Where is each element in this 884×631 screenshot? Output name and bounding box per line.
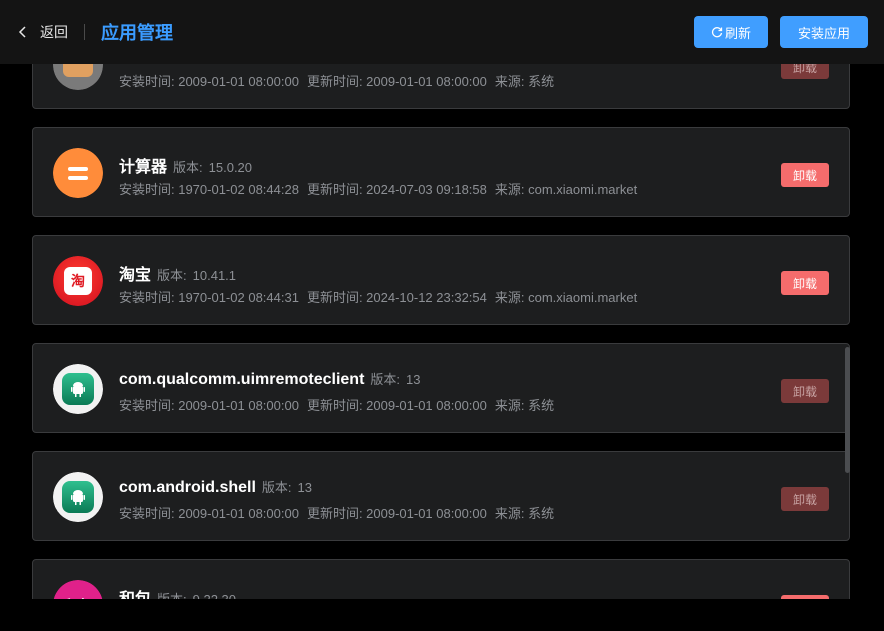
install-time: 安装时间: 1970-01-02 08:44:28 <box>119 182 299 197</box>
refresh-label: 刷新 <box>724 25 751 41</box>
install-time: 安装时间: 2009-01-01 08:00:00 <box>119 74 299 89</box>
app-meta: 安装时间: 1970-01-02 08:44:31 更新时间: 2024-10-1… <box>119 287 645 306</box>
page-title: 应用管理 <box>101 23 173 43</box>
app-list[interactable]: 安装时间: 2009-01-01 08:00:00 更新时间: 2009-01-0… <box>0 64 884 599</box>
version-value: 9.22.30 <box>193 592 236 599</box>
refresh-icon <box>711 27 723 38</box>
source: 来源: com.xiaomi.market <box>494 290 638 305</box>
app-meta: 安装时间: 2009-01-01 08:00:00 更新时间: 2009-01-0… <box>119 395 562 414</box>
update-time: 更新时间: 2024-07-03 09:18:58 <box>306 182 487 197</box>
install-time: 安装时间: 2009-01-01 08:00:00 <box>119 398 299 413</box>
version-label: 版本: <box>173 160 203 175</box>
back-button[interactable]: 返回 <box>16 22 68 42</box>
uninstall-button[interactable]: 卸载 <box>781 64 829 79</box>
install-time: 安装时间: 2009-01-01 08:00:00 <box>119 506 299 521</box>
version-label: 版本: <box>261 480 292 495</box>
app-name: 淘宝 <box>119 267 152 284</box>
source: 来源: 系统 <box>494 506 555 521</box>
calculator-icon <box>53 148 103 198</box>
version-label: 版本: <box>370 372 401 387</box>
app-title-row: com.android.shell 版本: 13 <box>119 477 312 497</box>
header-divider <box>84 24 85 40</box>
source: 来源: 系统 <box>494 398 555 413</box>
cat-app-icon <box>53 64 103 90</box>
install-time: 安装时间: 1970-01-02 08:44:31 <box>119 290 299 305</box>
update-time: 更新时间: 2009-01-01 08:00:00 <box>306 506 487 521</box>
bottom-bar <box>0 599 884 631</box>
app-meta: 安装时间: 2009-01-01 08:00:00 更新时间: 2009-01-0… <box>119 71 562 90</box>
version-label: 版本: <box>157 268 187 283</box>
version-value: 10.41.1 <box>192 268 237 283</box>
app-name: 和包 <box>119 585 151 599</box>
version-value: 13 <box>297 480 313 495</box>
app-title-row: 和包版本: 9.22.30 <box>119 585 236 599</box>
taobao-icon: 淘 <box>53 256 103 306</box>
app-card: 安装时间: 2009-01-01 08:00:00 更新时间: 2009-01-0… <box>32 64 850 109</box>
uninstall-button[interactable]: 卸载 <box>781 379 829 403</box>
source: 来源: 系统 <box>494 74 555 89</box>
chevron-left-icon <box>18 26 26 38</box>
install-app-button[interactable]: 安装应用 <box>780 16 868 48</box>
uninstall-button[interactable]: 卸载 <box>781 271 829 295</box>
app-card: com.qualcomm.uimremoteclient 版本: 13 安装时间: 2… <box>32 343 850 433</box>
scrollbar-thumb[interactable] <box>845 347 850 473</box>
uninstall-button[interactable]: 卸载 <box>781 163 829 187</box>
refresh-button[interactable]: 刷新 <box>694 16 768 48</box>
android-icon <box>53 472 103 522</box>
header-bar: 返回 应用管理 刷新 安装应用 <box>0 0 884 64</box>
app-card: 和包和包版本:9.22.30卸载 <box>32 559 850 599</box>
source: 来源: com.xiaomi.market <box>494 182 638 197</box>
app-meta: 安装时间: 2009-01-01 08:00:00 更新时间: 2009-01-0… <box>119 503 562 522</box>
app-name: com.qualcomm.uimremoteclient <box>119 371 365 388</box>
uninstall-button[interactable]: 卸载 <box>781 487 829 511</box>
app-title-row: 淘宝 版本: 10.41.1 <box>119 261 236 285</box>
back-label: 返回 <box>40 24 68 40</box>
app-title-row: com.qualcomm.uimremoteclient 版本: 13 <box>119 369 420 389</box>
version-value: 15.0.20 <box>208 160 253 175</box>
app-meta: 安装时间: 1970-01-02 08:44:28 更新时间: 2024-07-0… <box>119 179 645 198</box>
update-time: 更新时间: 2024-10-12 23:32:54 <box>306 290 487 305</box>
app-title-row: 计算器 版本: 15.0.20 <box>119 153 252 177</box>
hebao-icon: 和包 <box>53 580 103 599</box>
app-card: 淘淘宝 版本: 10.41.1 安装时间: 1970-01-02 08:44:31 更新… <box>32 235 850 325</box>
update-time: 更新时间: 2009-01-01 08:00:00 <box>306 398 487 413</box>
app-card: com.android.shell 版本: 13 安装时间: 2009-01-01 0… <box>32 451 850 541</box>
version-value: 13 <box>406 372 421 387</box>
update-time: 更新时间: 2009-01-01 08:00:00 <box>306 74 487 89</box>
app-name: com.android.shell <box>119 479 256 496</box>
version-label: 版本: <box>157 589 187 599</box>
android-icon <box>53 364 103 414</box>
app-name: 计算器 <box>119 159 168 176</box>
app-card: 计算器 版本: 15.0.20 安装时间: 1970-01-02 08:44:28 更新… <box>32 127 850 217</box>
